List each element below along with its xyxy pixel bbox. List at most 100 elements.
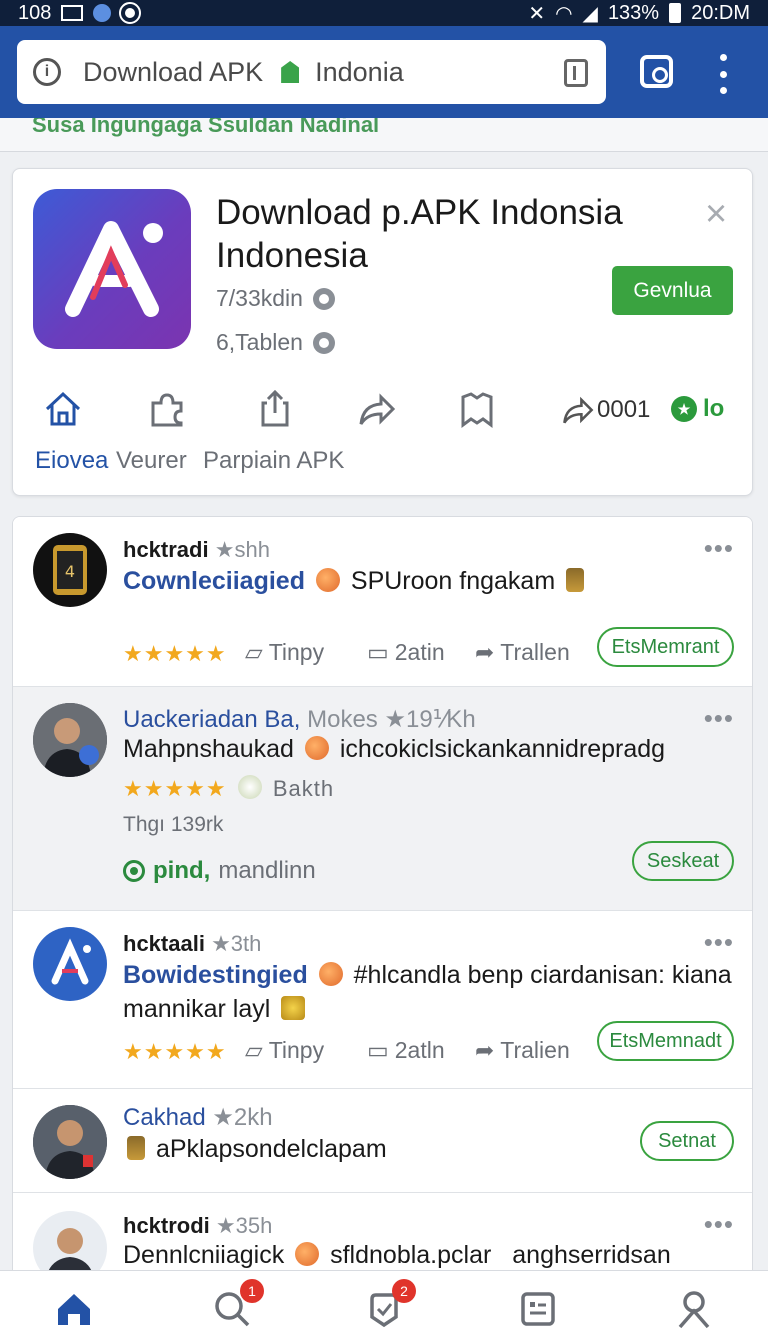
post-subline: Thgı 139rk — [123, 813, 224, 836]
angry-emoji-icon — [304, 736, 329, 760]
apps-icon — [521, 1292, 555, 1326]
post-text: Dennlcniiagick sfldnobla.pclar anghserri… — [123, 1241, 671, 1270]
avatar[interactable] — [33, 1105, 107, 1179]
puzzle-action[interactable] — [147, 389, 187, 429]
overflow-menu-icon[interactable] — [718, 54, 728, 94]
more-options-icon[interactable]: ••• — [704, 1209, 734, 1240]
feed-post[interactable]: hcktaali ★3th ••• Bowidestingied #hlcand… — [13, 911, 752, 1089]
post-author[interactable]: hcktaali ★3th — [123, 931, 261, 957]
info-icon[interactable]: i — [33, 58, 61, 86]
app-title: Download p.APK Indonsia Indonesia — [216, 193, 623, 275]
jar-emoji-icon — [566, 568, 585, 592]
nav-apps[interactable] — [518, 1289, 558, 1329]
location-rest: mandlinn — [218, 857, 316, 884]
home-icon — [58, 1294, 90, 1325]
comment-label: 2atin — [394, 639, 445, 665]
mute-icon: ✕ — [528, 2, 546, 25]
nav-profile[interactable] — [674, 1289, 714, 1329]
post-meta: 35h — [235, 1213, 273, 1238]
crown-emoji-icon — [281, 996, 306, 1020]
nav-home[interactable] — [54, 1289, 94, 1329]
upload-action[interactable] — [257, 389, 293, 429]
angry-emoji-icon — [318, 962, 343, 986]
share-arrow-icon — [359, 393, 396, 425]
feed-post[interactable]: 4 hcktradi ★shh ••• Cownleciiagied SPUro… — [13, 517, 752, 687]
rating-stars: ★★★★★ Bakth — [123, 775, 334, 802]
profile-icon — [678, 1291, 710, 1329]
address-bar[interactable]: i Download APK Indonia — [17, 40, 606, 104]
more-options-icon[interactable]: ••• — [704, 533, 734, 564]
nav-search[interactable]: 1 — [212, 1279, 264, 1329]
avatar[interactable] — [33, 927, 107, 1001]
status-left-text: 108 — [18, 1, 52, 24]
post-author[interactable]: hcktrodi ★35h — [123, 1213, 272, 1239]
rating-stars: ★★★★★ — [123, 1039, 227, 1064]
post-author[interactable]: hcktradi ★shh — [123, 537, 270, 563]
like-icon: ▱ — [245, 1037, 263, 1063]
post-text: Cownleciiagied SPUroon fngakam — [123, 567, 588, 596]
nav-notifications[interactable]: 2 — [364, 1279, 416, 1329]
io-label: lo — [703, 395, 725, 422]
feed-post[interactable]: Uackeriadan Ba, Mokes ★19⅟Kh ••• Mahpnsh… — [13, 687, 752, 911]
post-meta: 3th — [230, 931, 262, 956]
follow-button[interactable]: EtsMemrant — [597, 627, 734, 667]
follow-button[interactable]: EtsMemnadt — [597, 1021, 734, 1061]
browser-toolbar: i Download APK Indonia — [0, 26, 768, 118]
avatar[interactable] — [33, 703, 107, 777]
notification-badge: 1 — [240, 1279, 264, 1303]
post-author[interactable]: Cakhad ★2kh — [123, 1103, 273, 1132]
author-name: hcktrodi — [123, 1213, 210, 1238]
post-link[interactable]: Bowidestingied — [123, 961, 308, 989]
bookmark-icon — [461, 392, 493, 428]
svg-text:4: 4 — [65, 562, 75, 581]
author-name: Uackeriadan Ba, — [123, 706, 301, 733]
post-author[interactable]: Uackeriadan Ba, Mokes ★19⅟Kh — [123, 705, 476, 734]
app-card: Download p.APK Indonsia Indonesia 7/33kd… — [12, 168, 753, 496]
io-badge[interactable]: ★ lo — [671, 395, 724, 423]
location-tag[interactable]: pind, mandlinn — [123, 857, 316, 885]
share-count[interactable]: 0001 — [561, 393, 650, 427]
comment-action[interactable]: ▭ 2atin — [367, 639, 445, 666]
post-body-start: Mahpnshaukad — [123, 735, 294, 763]
notification-badge: 2 — [392, 1279, 416, 1303]
post-link[interactable]: Dennlcniiagick — [123, 1241, 284, 1269]
tabs-icon[interactable] — [640, 55, 673, 88]
post-meta: 2kh — [233, 1104, 273, 1131]
share-action[interactable]: ➦ Trallen — [475, 639, 570, 666]
post-link[interactable]: Cownleciiagied — [123, 567, 305, 595]
feed-post[interactable]: Cakhad ★2kh aPklapsondelclapam Setnat — [13, 1089, 752, 1193]
close-icon[interactable]: × — [705, 195, 727, 233]
battery-icon — [669, 3, 682, 23]
post-text-line2: mannikar layl — [123, 995, 309, 1024]
like-action[interactable]: ▱ Tinpy — [245, 1037, 324, 1064]
avatar[interactable]: 4 — [33, 533, 107, 607]
like-action[interactable]: ▱ Tinpy — [245, 639, 324, 666]
author-name: Cakhad — [123, 1104, 206, 1131]
app-meta-1: 7/33kdin — [216, 285, 303, 311]
more-options-icon[interactable]: ••• — [704, 703, 734, 734]
share-label: Trallen — [500, 639, 570, 665]
action-label-upload: Parpiain APK — [203, 447, 345, 474]
stars-value: ★★★★★ — [123, 776, 227, 801]
home-icon — [45, 391, 81, 426]
feed-post[interactable]: hcktrodi ★35h ••• Dennlcniiagick sfldnob… — [13, 1193, 752, 1275]
post-meta: shh — [234, 537, 270, 562]
more-options-icon[interactable]: ••• — [704, 927, 734, 958]
follow-button[interactable]: Setnat — [640, 1121, 734, 1161]
get-button[interactable]: Gevnlua — [612, 266, 733, 315]
follow-button[interactable]: Seskeat — [632, 841, 734, 881]
avatar[interactable] — [33, 1211, 107, 1275]
share-action[interactable] — [357, 389, 397, 429]
comment-action[interactable]: ▭ 2atln — [367, 1037, 445, 1064]
share-action[interactable]: ➦ Tralien — [475, 1037, 570, 1064]
share-icon: ➦ — [475, 1037, 495, 1063]
home-action[interactable] — [43, 389, 83, 429]
share-count-value: 0001 — [597, 396, 651, 423]
post-text: Mahpnshaukad ichcokiclsickankannidreprad… — [123, 735, 665, 764]
app-actions: 0001 ★ lo Eiovea Veurer Parpiain APK — [13, 389, 754, 479]
bookmark-action[interactable] — [457, 389, 497, 429]
post-body: ichcokiclsickankannidrepradg — [339, 735, 666, 763]
app-icon[interactable] — [33, 189, 191, 349]
reader-mode-icon[interactable] — [564, 59, 588, 87]
status-bar: 108 ✕ ◠ ◢ 133% 20:DM — [0, 0, 768, 26]
